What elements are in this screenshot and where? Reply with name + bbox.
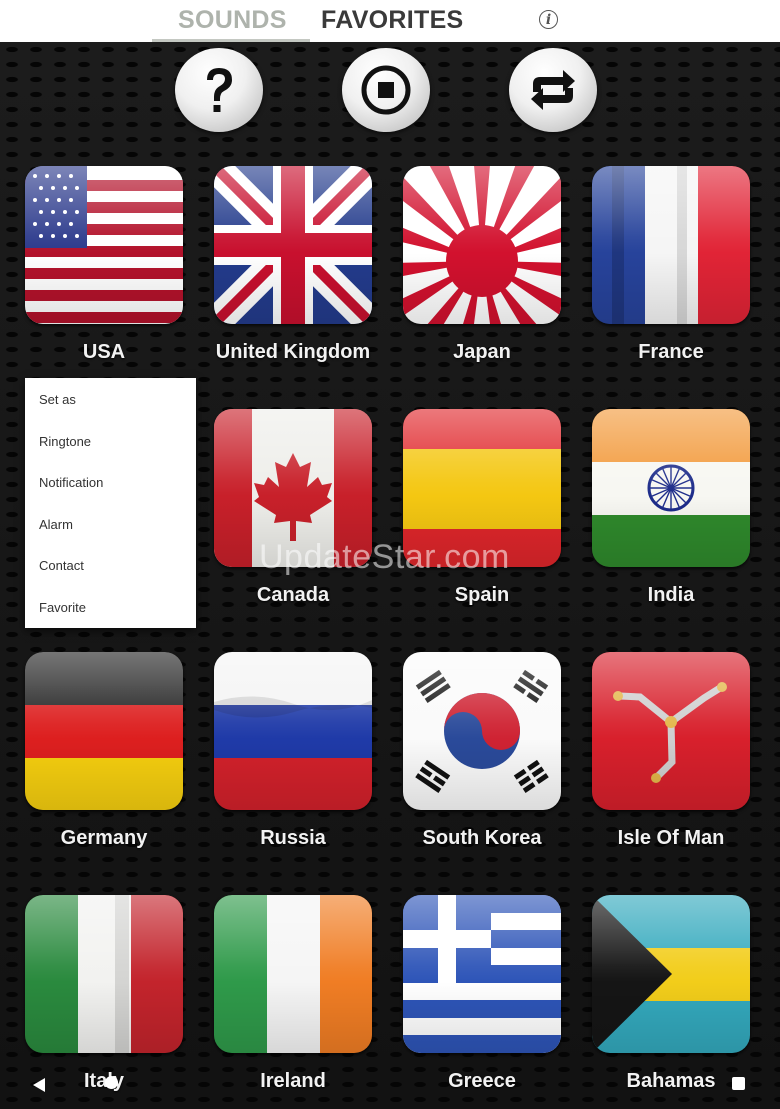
flag-label: USA [82, 341, 126, 363]
flag-label: Canada [256, 584, 330, 606]
flag-label: India [647, 584, 695, 606]
menu-item-alarm[interactable]: Alarm [39, 517, 73, 532]
menu-item-favorite[interactable]: Favorite [39, 600, 86, 615]
menu-title: Set as [39, 392, 76, 407]
flag-button-united-kingdom[interactable] [214, 166, 372, 324]
watermark: UpdateStar.com [259, 538, 510, 576]
question-icon [207, 68, 232, 112]
india-flag-icon [592, 409, 750, 567]
tab-indicator [152, 39, 310, 42]
russia-flag-icon [214, 652, 372, 810]
isle-of-man-flag-icon [592, 652, 750, 810]
italy-flag-icon [25, 895, 183, 1053]
flag-label: Isle Of Man [617, 827, 725, 849]
flag-button-italy[interactable] [25, 895, 183, 1053]
menu-item-notification[interactable]: Notification [39, 475, 103, 490]
flag-button-france[interactable] [592, 166, 750, 324]
nav-home-icon[interactable] [105, 1076, 118, 1089]
repeat-icon [531, 70, 575, 110]
nav-back-icon[interactable] [33, 1078, 45, 1092]
stop-button[interactable] [342, 48, 430, 132]
flag-label: Germany [60, 827, 148, 849]
flag-label: Ireland [260, 1070, 326, 1092]
bahamas-flag-icon [592, 895, 750, 1053]
flag-button-usa[interactable] [25, 166, 183, 324]
flag-button-bahamas[interactable] [592, 895, 750, 1053]
repeat-button[interactable] [509, 48, 597, 132]
uk-flag-icon [214, 166, 372, 324]
south-korea-flag-icon [403, 652, 561, 810]
tab-sounds[interactable]: SOUNDS [178, 6, 287, 35]
flag-button-russia[interactable] [214, 652, 372, 810]
flag-button-isle-of-man[interactable] [592, 652, 750, 810]
flag-label: Russia [260, 827, 326, 849]
flag-label: Greece [448, 1070, 516, 1092]
flag-label: France [638, 341, 704, 363]
france-flag-icon [592, 166, 750, 324]
flag-button-south-korea[interactable] [403, 652, 561, 810]
flag-label: South Korea [422, 827, 542, 849]
japan-flag-icon [403, 166, 561, 324]
stop-icon [361, 65, 411, 115]
nav-recent-apps-icon[interactable] [732, 1077, 745, 1090]
menu-item-ringtone[interactable]: Ringtone [39, 434, 91, 449]
flag-label: Spain [454, 584, 510, 606]
greece-flag-icon [403, 895, 561, 1053]
tab-favorites[interactable]: FAVORITES [321, 6, 464, 35]
flag-button-greece[interactable] [403, 895, 561, 1053]
flag-button-germany[interactable] [25, 652, 183, 810]
flag-button-india[interactable] [592, 409, 750, 567]
help-button[interactable] [175, 48, 263, 132]
menu-item-contact[interactable]: Contact [39, 558, 84, 573]
context-menu: Set as Ringtone Notification Alarm Conta… [25, 378, 196, 628]
flag-label: Japan [453, 341, 511, 363]
info-icon[interactable]: i [539, 10, 558, 29]
flag-button-japan[interactable] [403, 166, 561, 324]
ireland-flag-icon [214, 895, 372, 1053]
flag-button-ireland[interactable] [214, 895, 372, 1053]
tab-bar: SOUNDS FAVORITES i [0, 0, 780, 42]
flag-label: United Kingdom [215, 341, 371, 363]
usa-flag-icon [25, 166, 183, 324]
germany-flag-icon [25, 652, 183, 810]
